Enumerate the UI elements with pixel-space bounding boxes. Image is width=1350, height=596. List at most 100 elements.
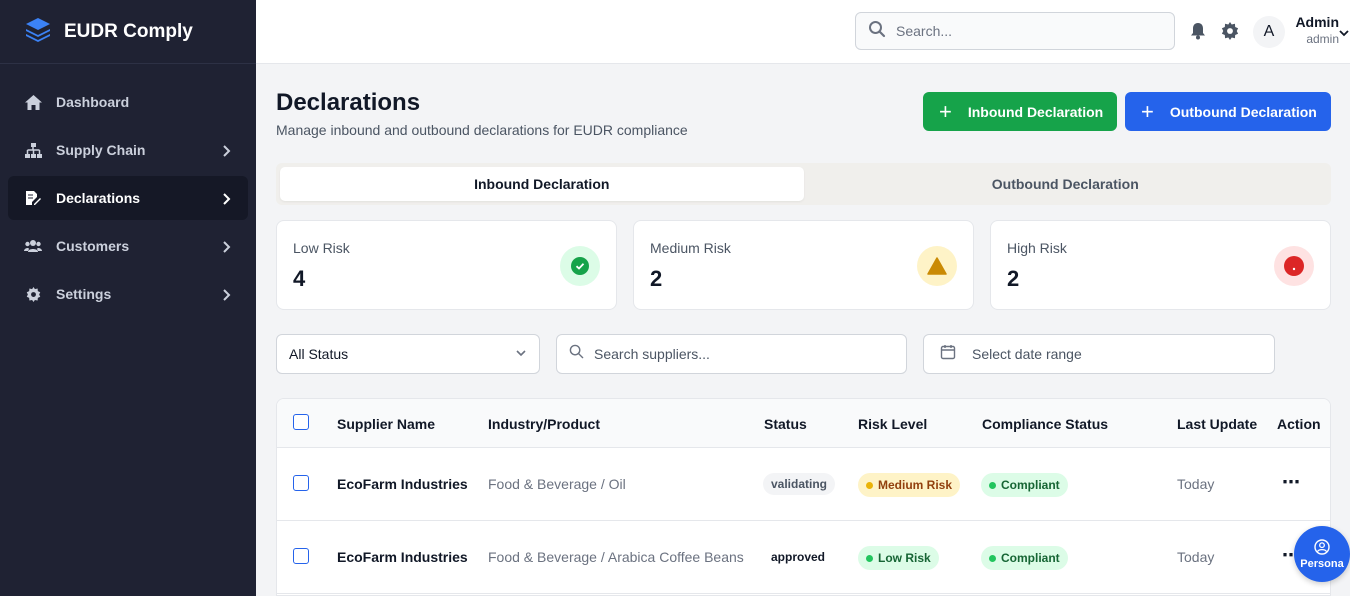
brand-name: EUDR Comply xyxy=(64,20,193,42)
tab-inbound-declaration[interactable]: Inbound Declaration xyxy=(280,167,804,201)
sidebar-nav: Dashboard Supply Chain Declarations Cust… xyxy=(0,64,256,316)
chevron-right-icon xyxy=(220,288,232,301)
select-all-checkbox[interactable] xyxy=(293,414,309,430)
add-outbound-declaration-button[interactable]: + Outbound Declaration xyxy=(1125,92,1331,131)
card-label: High Risk xyxy=(1007,240,1067,256)
supplier-search[interactable] xyxy=(556,334,907,374)
tab-outbound-declaration[interactable]: Outbound Declaration xyxy=(804,167,1328,201)
card-value: 4 xyxy=(293,266,306,291)
sidebar-item-supply-chain[interactable]: Supply Chain xyxy=(8,128,248,172)
sidebar: EUDR Comply Dashboard Supply Chain Decla… xyxy=(0,0,256,596)
risk-label: Low Risk xyxy=(878,551,931,565)
chevron-down-icon[interactable] xyxy=(1338,26,1350,38)
global-search-input[interactable] xyxy=(896,23,1146,39)
user-name: Admin xyxy=(1295,14,1339,30)
date-range-picker[interactable] xyxy=(923,334,1275,374)
date-range-input[interactable] xyxy=(972,346,1262,362)
card-label: Medium Risk xyxy=(650,240,731,256)
user-role: admin xyxy=(1306,32,1339,46)
column-header: Action xyxy=(1277,416,1321,432)
user-menu[interactable]: Admin admin xyxy=(1293,14,1339,46)
add-inbound-declaration-button[interactable]: + Inbound Declaration xyxy=(923,92,1117,131)
column-header[interactable]: Compliance Status xyxy=(982,416,1108,432)
chevron-right-icon xyxy=(220,192,232,205)
global-search[interactable] xyxy=(855,12,1175,50)
sidebar-item-label: Customers xyxy=(56,238,130,254)
check-circle-icon xyxy=(560,246,600,286)
row-checkbox[interactable] xyxy=(293,548,309,564)
persona-label: Persona xyxy=(1300,557,1344,570)
main-content: Declarations Manage inbound and outbound… xyxy=(256,64,1350,596)
users-icon xyxy=(24,237,42,255)
user-circle-icon xyxy=(1314,538,1330,558)
page-title: Declarations xyxy=(276,89,421,116)
last-update: Today xyxy=(1177,476,1215,492)
declaration-tabs: Inbound Declaration Outbound Declaration xyxy=(276,163,1331,205)
search-icon xyxy=(569,344,584,364)
table-row[interactable]: EcoFarm Industries Food & Beverage / Oil… xyxy=(277,448,1330,521)
filter-bar: All Status xyxy=(276,334,1331,374)
table-row[interactable]: EcoFarm Industries Food & Beverage / Ara… xyxy=(277,521,1330,594)
sitemap-icon xyxy=(24,141,42,159)
column-header[interactable]: Status xyxy=(764,416,807,432)
sidebar-item-label: Supply Chain xyxy=(56,142,146,158)
bell-icon[interactable] xyxy=(1190,22,1208,40)
button-label: Inbound Declaration xyxy=(967,103,1104,120)
high-risk-card: High Risk 2 xyxy=(990,220,1331,310)
home-icon xyxy=(24,93,42,111)
avatar[interactable]: A xyxy=(1253,16,1285,48)
status-filter-select[interactable]: All Status xyxy=(276,334,540,374)
supplier-search-input[interactable] xyxy=(594,346,884,362)
column-header[interactable]: Supplier Name xyxy=(337,416,435,432)
document-edit-icon xyxy=(24,189,42,207)
calendar-icon xyxy=(940,344,956,365)
status-badge: approved xyxy=(763,546,834,568)
more-actions-icon[interactable]: ⋯ xyxy=(1282,472,1301,493)
plus-icon: + xyxy=(939,98,952,124)
medium-risk-card: Medium Risk 2 xyxy=(633,220,974,310)
persona-button[interactable]: Persona xyxy=(1294,526,1350,582)
card-label: Low Risk xyxy=(293,240,350,256)
status-dot xyxy=(866,554,873,562)
page-subtitle: Manage inbound and outbound declarations… xyxy=(276,122,688,138)
sidebar-item-dashboard[interactable]: Dashboard xyxy=(8,80,248,124)
card-value: 2 xyxy=(1007,266,1020,291)
compliance-label: Compliant xyxy=(1001,478,1060,492)
low-risk-card: Low Risk 4 xyxy=(276,220,617,310)
risk-label: Medium Risk xyxy=(878,478,953,492)
sidebar-item-label: Settings xyxy=(56,286,112,302)
status-dot xyxy=(866,481,873,489)
table-header: Supplier Name Industry/Product Status Ri… xyxy=(277,399,1330,448)
column-header[interactable]: Last Update xyxy=(1177,416,1257,432)
sidebar-item-settings[interactable]: Settings xyxy=(8,272,248,316)
status-filter-value: All Status xyxy=(289,346,349,362)
last-update: Today xyxy=(1177,549,1215,565)
declarations-table: Supplier Name Industry/Product Status Ri… xyxy=(276,398,1331,596)
status-badge: validating xyxy=(763,473,836,495)
layers-logo-icon xyxy=(24,15,52,48)
gear-icon xyxy=(24,285,42,303)
sidebar-item-label: Declarations xyxy=(56,190,141,206)
plus-icon: + xyxy=(1141,98,1154,124)
column-header[interactable]: Industry/Product xyxy=(488,416,600,432)
chevron-down-icon xyxy=(515,346,527,362)
sidebar-item-declarations[interactable]: Declarations xyxy=(8,176,248,220)
search-icon xyxy=(868,20,886,43)
gear-icon[interactable] xyxy=(1221,22,1239,40)
chevron-right-icon xyxy=(220,144,232,157)
supplier-name[interactable]: EcoFarm Industries xyxy=(337,476,468,492)
warning-triangle-icon xyxy=(917,246,957,286)
industry-product: Food & Beverage / Oil xyxy=(488,476,626,492)
compliance-badge: Compliant xyxy=(981,473,1068,497)
risk-summary-cards: Low Risk 4 Medium Risk 2 High Risk 2 xyxy=(276,220,1331,310)
chevron-right-icon xyxy=(220,240,232,253)
sidebar-item-customers[interactable]: Customers xyxy=(8,224,248,268)
brand[interactable]: EUDR Comply xyxy=(0,0,256,64)
risk-badge: Medium Risk xyxy=(858,473,961,497)
risk-badge: Low Risk xyxy=(858,546,939,570)
column-header[interactable]: Risk Level xyxy=(858,416,927,432)
status-dot xyxy=(989,481,996,489)
row-checkbox[interactable] xyxy=(293,475,309,491)
top-bar: A Admin admin xyxy=(256,0,1350,64)
supplier-name[interactable]: EcoFarm Industries xyxy=(337,549,468,565)
